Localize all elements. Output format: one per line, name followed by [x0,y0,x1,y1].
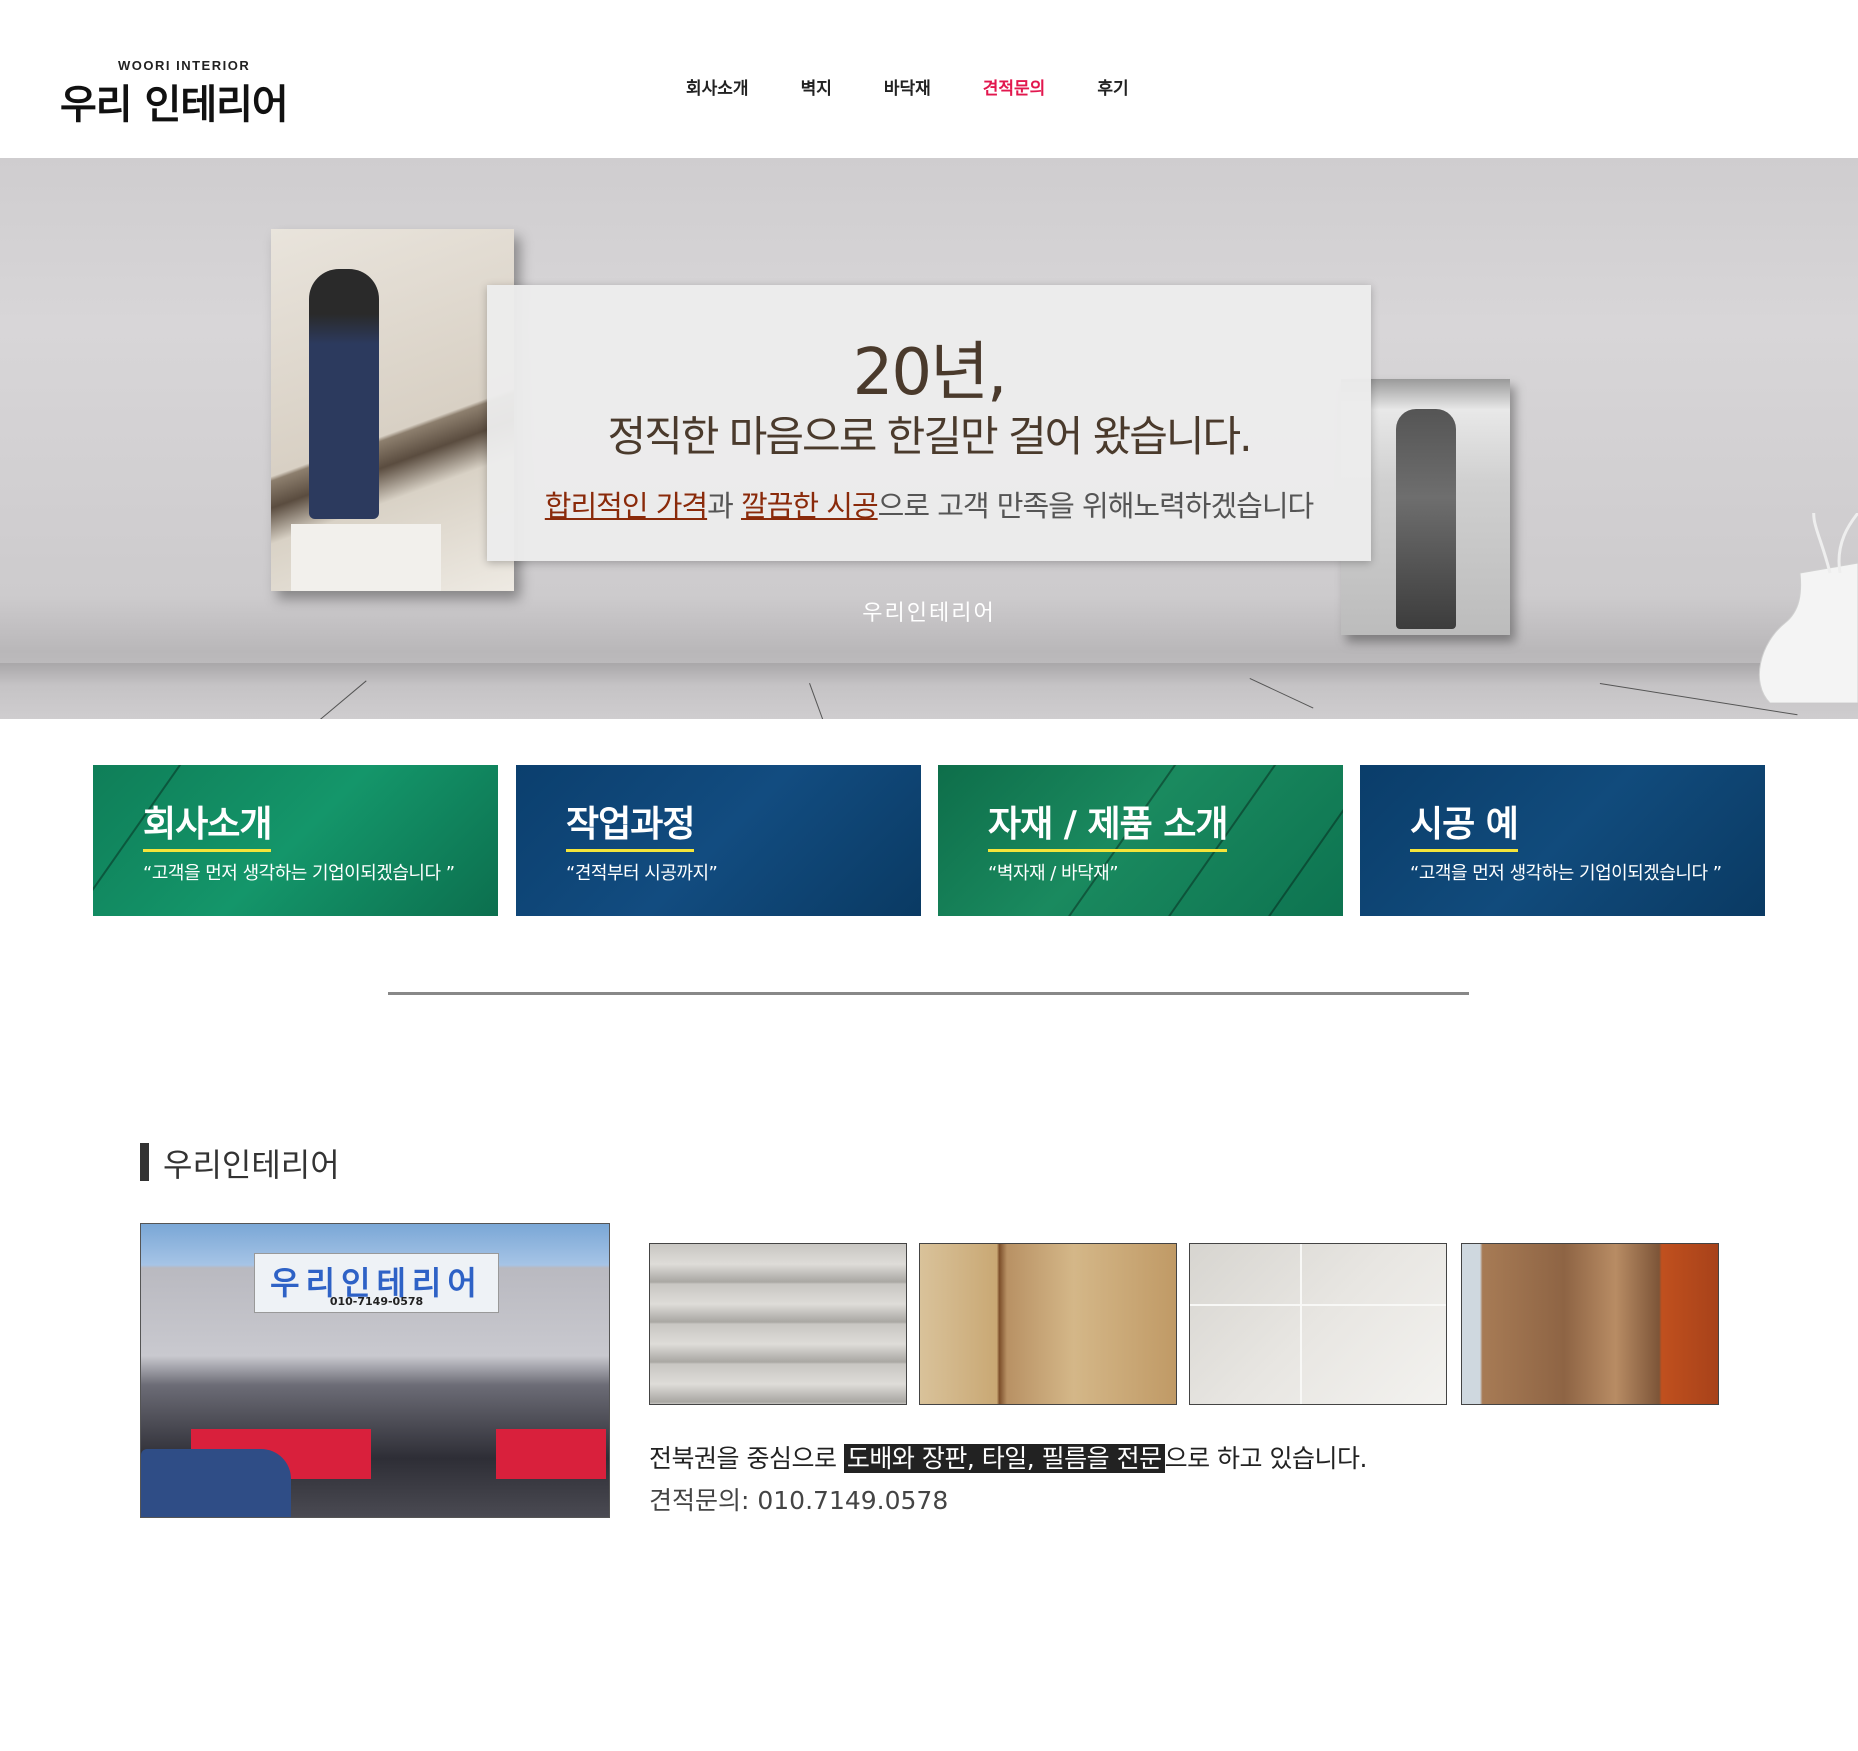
tile-grout [1300,1244,1302,1404]
card-materials[interactable]: 자재 / 제품 소개 “벽자재 / 바닥재” [938,765,1343,916]
nav-item-estimate[interactable]: 견적문의 [983,74,1046,99]
shop-window-panel [496,1429,606,1479]
material-thumb-wallpaper-rolls[interactable] [649,1243,907,1405]
tagline-connector: 과 [707,489,742,523]
section-title-bar [140,1143,149,1181]
description-end: 으로 하고 있습니다. [1164,1444,1368,1473]
section-title: 우리인테리어 [163,1146,340,1184]
shop-sign-phone: 010-7149-0578 [329,1295,424,1308]
nav-item-flooring[interactable]: 바닥재 [884,74,931,99]
card-description: “벽자재 / 바닥재” [988,863,1119,884]
logo-subtitle: WOORI INTERIOR [118,58,251,73]
tagline-price: 합리적인 가격 [544,489,708,523]
material-thumb-film[interactable] [1461,1243,1719,1405]
tile-grout [1190,1304,1446,1306]
worker-figure [309,269,379,519]
work-table [291,524,441,591]
site-header: WOORI INTERIOR 우리 인테리어 회사소개 벽지 바닥재 견적문의 … [0,0,1858,158]
worker-photo-left [271,229,514,591]
nav-item-company[interactable]: 회사소개 [686,74,749,99]
card-title: 작업과정 [566,795,695,852]
card-title: 시공 예 [1410,795,1519,852]
card-description: “견적부터 시공까지” [566,863,718,884]
card-title: 자재 / 제품 소개 [988,795,1228,852]
card-company[interactable]: 회사소개 “고객을 먼저 생각하는 기업이되겠습니다 ” [93,765,498,916]
card-decoration [1249,765,1343,916]
logo-title: 우리 인테리어 [60,82,289,128]
material-thumb-tile[interactable] [1189,1243,1447,1405]
description-highlight: 도배와 장판, 타일, 필름을 전문 [843,1444,1165,1473]
card-title: 회사소개 [143,795,272,852]
tagline-quality: 깔끔한 시공 [741,489,879,523]
hero-banner: 20년, 정직한 마음으로 한길만 걸어 왔습니다. 합리적인 가격과 깔끔한 … [0,158,1858,719]
hero-floor [0,663,1858,719]
hero-message-panel: 20년, 정직한 마음으로 한길만 걸어 왔습니다. 합리적인 가격과 깔끔한 … [487,285,1371,561]
hero-title: 20년, [852,336,1008,410]
shop-sign: 우리인테리어 010-7149-0578 [254,1253,499,1313]
card-process[interactable]: 작업과정 “견적부터 시공까지” [516,765,921,916]
card-description: “고객을 먼저 생각하는 기업이되겠습니다 ” [1410,863,1722,884]
main-nav: 회사소개 벽지 바닥재 견적문의 후기 [686,74,1181,99]
card-portfolio[interactable]: 시공 예 “고객을 먼저 생각하는 기업이되겠습니다 ” [1360,765,1765,916]
vase-decoration [1758,513,1858,703]
description-start: 전북권을 중심으로 [649,1444,844,1473]
material-thumb-flooring-rolls[interactable] [919,1243,1177,1405]
hero-subtitle: 정직한 마음으로 한길만 걸어 왔습니다. [607,412,1253,461]
hero-tagline: 합리적인 가격과 깔끔한 시공으로 고객 만족을 위해노력하겠습니다 [487,483,1371,525]
hero-caption: 우리인테리어 [862,601,996,626]
nav-item-wallpaper[interactable]: 벽지 [801,74,832,99]
nav-item-reviews[interactable]: 후기 [1097,74,1128,99]
card-description: “고객을 먼저 생각하는 기업이되겠습니다 ” [143,863,455,884]
contact-phone: 견적문의: 010.7149.0578 [649,1486,949,1515]
shop-photo: 우리인테리어 010-7149-0578 [140,1223,610,1518]
truck [141,1449,291,1517]
company-description: 전북권을 중심으로 도배와 장판, 타일, 필름을 전문 으로 하고 있습니다. [649,1439,1367,1475]
tagline-end: 으로 고객 만족을 위해노력하겠습니다 [877,489,1315,523]
section-divider [388,992,1469,995]
